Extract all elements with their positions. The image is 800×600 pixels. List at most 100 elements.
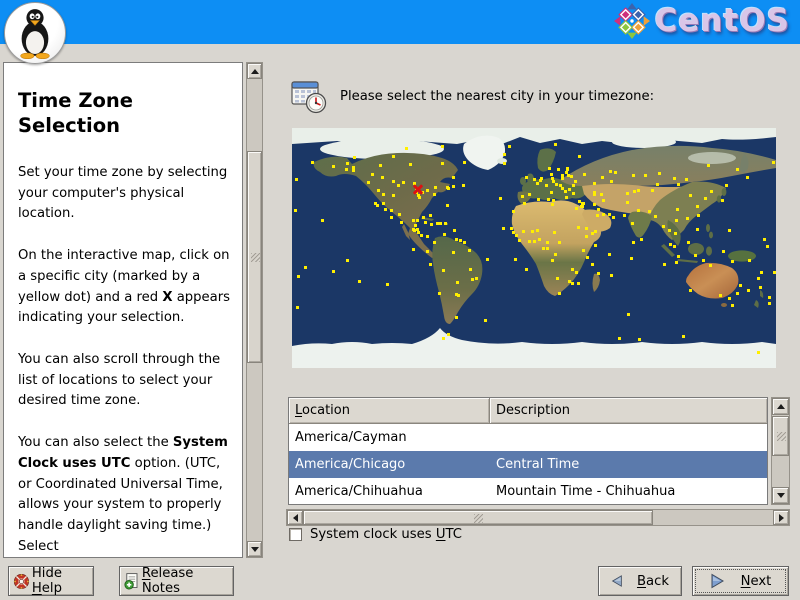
city-dot[interactable]	[560, 174, 564, 178]
city-dot[interactable]	[550, 203, 554, 207]
city-dot[interactable]	[583, 172, 587, 176]
back-button[interactable]: Back	[598, 566, 682, 596]
city-dot[interactable]	[607, 253, 611, 257]
city-dot[interactable]	[402, 180, 406, 184]
world-timezone-map[interactable]	[292, 128, 776, 368]
city-dot[interactable]	[426, 235, 430, 238]
table-vertical-scrollbar[interactable]	[771, 397, 790, 505]
city-dot[interactable]	[756, 276, 760, 280]
city-dot[interactable]	[409, 163, 413, 167]
city-dot[interactable]	[552, 199, 556, 203]
city-dot[interactable]	[630, 221, 634, 225]
city-dot[interactable]	[675, 260, 679, 264]
city-dot[interactable]	[345, 161, 349, 165]
city-dot[interactable]	[631, 241, 635, 245]
city-dot[interactable]	[547, 167, 551, 171]
city-dot[interactable]	[416, 218, 420, 222]
city-dot[interactable]	[441, 162, 445, 166]
scroll-down-button[interactable]	[772, 487, 789, 504]
city-dot[interactable]	[443, 222, 447, 226]
city-dot[interactable]	[445, 204, 449, 208]
city-dot[interactable]	[593, 193, 597, 197]
city-dot[interactable]	[707, 164, 711, 168]
city-dot[interactable]	[564, 190, 568, 194]
city-dot[interactable]	[561, 177, 565, 181]
city-dot[interactable]	[518, 238, 522, 242]
timezone-row[interactable]: America/Chihuahua Mountain Time - Chihuah…	[289, 478, 767, 504]
city-dot[interactable]	[771, 160, 775, 164]
city-dot[interactable]	[422, 216, 426, 220]
city-dot[interactable]	[498, 196, 502, 200]
city-dot[interactable]	[549, 191, 553, 195]
city-dot[interactable]	[528, 193, 532, 197]
city-dot[interactable]	[746, 289, 750, 292]
city-dot[interactable]	[535, 229, 539, 232]
city-dot[interactable]	[728, 297, 732, 301]
utc-checkbox[interactable]	[289, 528, 302, 541]
city-dot[interactable]	[576, 226, 580, 230]
city-dot[interactable]	[597, 207, 601, 211]
city-dot[interactable]	[468, 268, 472, 272]
city-dot[interactable]	[662, 224, 666, 228]
city-dot[interactable]	[542, 246, 546, 250]
city-dot[interactable]	[638, 338, 642, 342]
city-dot[interactable]	[656, 182, 660, 186]
city-dot[interactable]	[440, 145, 444, 148]
city-dot[interactable]	[767, 295, 771, 299]
city-dot[interactable]	[503, 152, 507, 156]
help-scrollbar[interactable]	[246, 62, 263, 558]
city-dot[interactable]	[382, 202, 386, 206]
city-dot[interactable]	[630, 256, 634, 260]
city-dot[interactable]	[411, 247, 415, 251]
city-dot[interactable]	[566, 174, 570, 178]
scroll-left-button[interactable]	[287, 510, 303, 525]
city-dot[interactable]	[391, 154, 395, 158]
city-dot[interactable]	[581, 204, 585, 208]
city-dot[interactable]	[426, 188, 430, 192]
city-dot[interactable]	[352, 169, 356, 173]
city-dot[interactable]	[687, 240, 691, 244]
city-dot[interactable]	[708, 263, 712, 267]
city-dot[interactable]	[470, 278, 474, 282]
city-dot[interactable]	[668, 228, 672, 232]
city-dot[interactable]	[428, 213, 432, 217]
city-dot[interactable]	[295, 305, 299, 309]
scroll-down-button[interactable]	[247, 541, 262, 557]
release-notes-button[interactable]: Release Notes	[119, 566, 234, 596]
city-dot[interactable]	[596, 272, 600, 276]
city-dot[interactable]	[577, 155, 581, 159]
city-dot[interactable]	[627, 312, 631, 316]
city-dot[interactable]	[657, 172, 661, 176]
city-dot[interactable]	[654, 215, 658, 219]
city-dot[interactable]	[574, 179, 578, 183]
city-dot[interactable]	[636, 208, 640, 212]
city-dot[interactable]	[546, 241, 550, 245]
city-dot[interactable]	[545, 246, 549, 250]
city-dot[interactable]	[390, 208, 394, 212]
scrollbar-thumb[interactable]	[303, 510, 653, 525]
city-dot[interactable]	[462, 240, 466, 244]
city-dot[interactable]	[513, 257, 517, 261]
city-dot[interactable]	[552, 180, 556, 184]
city-dot[interactable]	[600, 175, 604, 179]
city-dot[interactable]	[724, 184, 728, 188]
city-dot[interactable]	[663, 263, 667, 267]
city-dot[interactable]	[452, 251, 456, 255]
city-dot[interactable]	[414, 223, 418, 227]
city-dot[interactable]	[591, 262, 595, 266]
city-dot[interactable]	[452, 229, 456, 233]
city-dot[interactable]	[614, 171, 618, 175]
city-dot[interactable]	[385, 283, 389, 287]
city-dot[interactable]	[765, 245, 769, 249]
city-dot[interactable]	[593, 229, 597, 233]
city-dot[interactable]	[710, 189, 714, 193]
city-dot[interactable]	[391, 193, 395, 197]
city-dot[interactable]	[397, 212, 401, 216]
city-dot[interactable]	[763, 237, 767, 241]
city-dot[interactable]	[701, 258, 705, 262]
city-dot[interactable]	[568, 187, 572, 191]
city-dot[interactable]	[735, 167, 739, 171]
scrollbar-thumb[interactable]	[247, 151, 262, 363]
city-dot[interactable]	[423, 221, 427, 225]
city-dot[interactable]	[585, 256, 589, 260]
